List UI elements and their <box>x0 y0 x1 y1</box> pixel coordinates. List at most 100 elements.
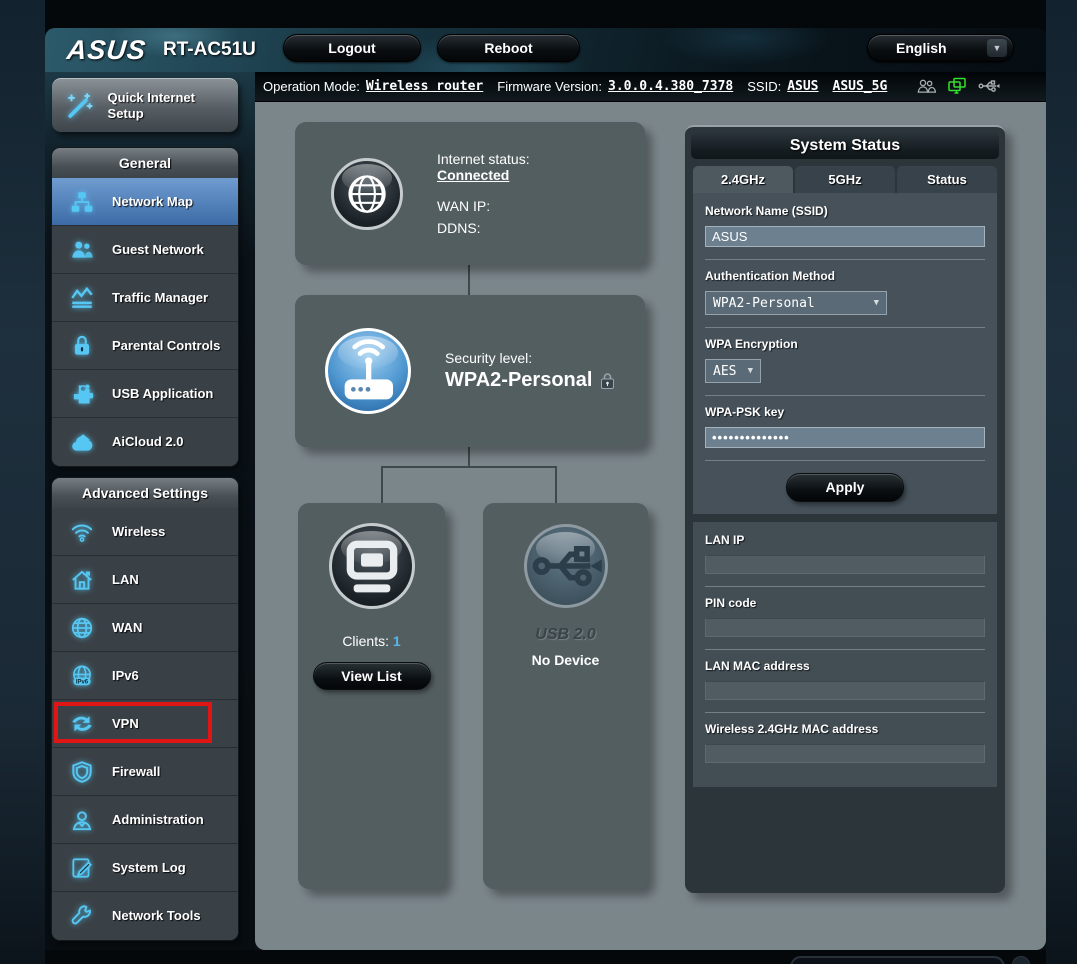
firmware-version-link[interactable]: 3.0.0.4.380_7378 <box>608 79 733 94</box>
group-title-advanced-settings: Advanced Settings <box>52 478 238 508</box>
sidebar-item-lan[interactable]: LAN <box>52 556 238 604</box>
system-log-icon <box>62 855 102 881</box>
footer-icon-partial <box>1012 956 1030 964</box>
wireless-mac-group: Wireless 2.4GHz MAC address <box>705 713 985 775</box>
lan-info-section: LAN IP PIN code LAN MAC address Wireless… <box>693 522 997 787</box>
language-dropdown[interactable]: English ▼ <box>867 34 1014 62</box>
chevron-down-icon: ▼ <box>748 366 753 376</box>
auth-method-group: Authentication Method WPA2-Personal ▼ <box>705 260 985 328</box>
pin-code-group: PIN code <box>705 587 985 650</box>
operation-mode-link[interactable]: Wireless router <box>366 79 483 94</box>
footer-button-partial[interactable] <box>790 956 1005 964</box>
logout-button[interactable]: Logout <box>283 34 421 62</box>
firewall-icon <box>62 759 102 785</box>
operation-mode-label: Operation Mode: <box>263 79 360 94</box>
aicloud-icon <box>62 429 102 455</box>
view-list-button[interactable]: View List <box>313 662 431 690</box>
sidebar-item-label: Firewall <box>112 764 160 780</box>
sidebar-item-label: System Log <box>112 860 186 876</box>
system-status-panel: System Status 2.4GHz 5GHz Status Network… <box>685 125 1005 893</box>
sidebar-item-usb-application[interactable]: USB Application <box>52 370 238 418</box>
connector-line <box>381 466 383 503</box>
sidebar-item-network-map[interactable]: Network Map <box>52 178 238 226</box>
sidebar-item-wireless[interactable]: Wireless <box>52 508 238 556</box>
sidebar-item-label: LAN <box>112 572 139 588</box>
sidebar-item-vpn[interactable]: VPN <box>52 700 238 748</box>
network-tools-icon <box>62 903 102 929</box>
wan-icon <box>62 615 102 641</box>
system-status-tabs: 2.4GHz 5GHz Status <box>693 166 997 193</box>
sidebar-item-aicloud[interactable]: AiCloud 2.0 <box>52 418 238 466</box>
wan-ip-label: WAN IP: <box>437 198 530 214</box>
usb-status-icon[interactable] <box>978 78 1000 94</box>
internet-status-card[interactable]: Internet status: Connected WAN IP: DDNS: <box>295 122 645 265</box>
wpa-psk-input[interactable] <box>705 427 985 448</box>
wireless-mac-value <box>705 744 985 763</box>
reboot-button[interactable]: Reboot <box>437 34 580 62</box>
network-monitor-icon[interactable] <box>947 77 967 95</box>
network-name-input[interactable] <box>705 226 985 247</box>
monitor-icon <box>329 523 415 609</box>
sidebar-item-traffic-manager[interactable]: Traffic Manager <box>52 274 238 322</box>
system-status-title: System Status <box>691 132 999 159</box>
usb-application-icon <box>62 381 102 407</box>
connector-line <box>468 447 470 468</box>
connector-line <box>468 265 470 295</box>
wpa-encryption-value: AES <box>713 364 736 379</box>
top-banner: ASUS RT-AC51U Logout Reboot English ▼ <box>45 28 1046 72</box>
wpa-encryption-group: WPA Encryption AES ▼ <box>705 328 985 396</box>
network-map-icon <box>62 189 102 215</box>
pin-code-value <box>705 618 985 637</box>
wireless-icon <box>62 519 102 545</box>
ssid-field-group: Network Name (SSID) <box>705 195 985 260</box>
usb-device-card[interactable]: USB 2.0 No Device <box>483 503 648 889</box>
sidebar-item-label: Guest Network <box>112 242 204 258</box>
language-value: English <box>896 35 947 61</box>
lan-ip-label: LAN IP <box>705 533 985 547</box>
sidebar-item-parental-controls[interactable]: Parental Controls <box>52 322 238 370</box>
sidebar-item-ipv6[interactable]: IPv6 IPv6 <box>52 652 238 700</box>
sidebar-item-network-tools[interactable]: Network Tools <box>52 892 238 940</box>
annotation-highlight-box <box>54 702 212 743</box>
connector-line <box>381 466 557 468</box>
sidebar-item-label: Traffic Manager <box>112 290 208 306</box>
clients-icon[interactable] <box>916 77 936 95</box>
clients-card[interactable]: Clients: 1 View List <box>298 503 445 889</box>
sidebar-item-label: Parental Controls <box>112 338 220 354</box>
sidebar-item-label: IPv6 <box>112 668 139 684</box>
quick-internet-setup-button[interactable]: Quick Internet Setup <box>52 78 238 132</box>
ipv6-icon: IPv6 <box>62 663 102 689</box>
sidebar-item-system-log[interactable]: System Log <box>52 844 238 892</box>
chevron-down-icon: ▼ <box>987 39 1007 57</box>
svg-text:IPv6: IPv6 <box>76 679 89 685</box>
connector-line <box>555 466 557 503</box>
clients-count[interactable]: 1 <box>393 633 401 649</box>
tab-status[interactable]: Status <box>897 166 997 193</box>
sidebar-item-label: Network Tools <box>112 908 201 924</box>
security-level-card[interactable]: Security level: WPA2-Personal <box>295 295 645 447</box>
lan-mac-label: LAN MAC address <box>705 659 985 673</box>
sidebar-item-administration[interactable]: Administration <box>52 796 238 844</box>
wpa-encryption-select[interactable]: AES ▼ <box>705 359 761 383</box>
auth-method-select[interactable]: WPA2-Personal ▼ <box>705 291 887 315</box>
sidebar-item-label: AiCloud 2.0 <box>112 434 184 450</box>
traffic-manager-icon <box>62 285 102 311</box>
usb-version-label: USB 2.0 <box>535 626 595 644</box>
ssid-24ghz-link[interactable]: ASUS <box>787 79 818 94</box>
internet-status-value[interactable]: Connected <box>437 167 509 183</box>
wpa-psk-group: WPA-PSK key <box>705 396 985 461</box>
firmware-version-label: Firmware Version: <box>497 79 602 94</box>
clients-label: Clients: <box>342 633 389 649</box>
chevron-down-icon: ▼ <box>874 298 879 308</box>
sidebar-item-guest-network[interactable]: Guest Network <box>52 226 238 274</box>
tab-24ghz[interactable]: 2.4GHz <box>693 166 793 193</box>
globe-icon <box>331 158 403 230</box>
sidebar-item-firewall[interactable]: Firewall <box>52 748 238 796</box>
tab-5ghz[interactable]: 5GHz <box>795 166 895 193</box>
infobar-icons <box>916 77 1000 95</box>
sidebar-item-label: Administration <box>112 812 204 828</box>
ssid-5ghz-link[interactable]: ASUS_5G <box>833 79 888 94</box>
sidebar-item-wan[interactable]: WAN <box>52 604 238 652</box>
apply-button[interactable]: Apply <box>786 473 904 502</box>
app-window: ASUS RT-AC51U Logout Reboot English ▼ Op… <box>45 28 1046 950</box>
